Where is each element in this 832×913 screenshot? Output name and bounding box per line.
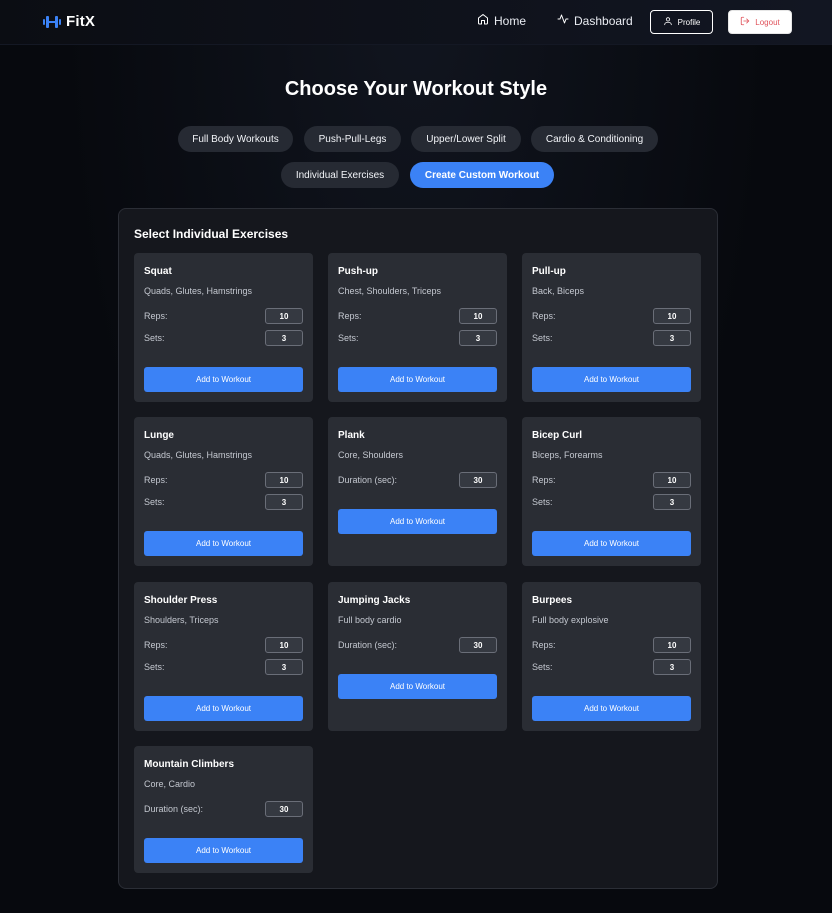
exercise-name: Bicep Curl xyxy=(532,430,583,441)
reps-label: Reps: xyxy=(144,311,168,321)
logout-icon xyxy=(740,16,755,28)
activity-icon xyxy=(557,13,574,28)
sets-label: Sets: xyxy=(144,497,165,507)
add-to-workout-button[interactable]: Add to Workout xyxy=(532,696,691,721)
sets-input[interactable]: 3 xyxy=(265,330,303,346)
nav-dashboard-label: Dashboard xyxy=(574,13,633,28)
exercise-name: Shoulder Press xyxy=(144,595,218,606)
user-icon xyxy=(663,16,678,28)
exercise-card-squat: Squat Quads, Glutes, Hamstrings Reps: 10… xyxy=(134,253,313,402)
duration-label: Duration (sec): xyxy=(338,640,398,650)
sets-input[interactable]: 3 xyxy=(653,659,691,675)
add-to-workout-button[interactable]: Add to Workout xyxy=(144,367,303,392)
category-full-body[interactable]: Full Body Workouts xyxy=(178,126,293,152)
reps-input[interactable]: 10 xyxy=(459,308,497,324)
reps-label: Reps: xyxy=(144,640,168,650)
exercise-card-bicep-curl: Bicep Curl Biceps, Forearms Reps: 10 Set… xyxy=(522,417,701,566)
exercise-name: Pull-up xyxy=(532,266,566,277)
reps-label: Reps: xyxy=(144,475,168,485)
nav-home-label: Home xyxy=(494,13,527,28)
logout-label: Logout xyxy=(755,17,780,27)
brand-logo[interactable]: FitX xyxy=(43,13,95,30)
exercise-card-shoulder-press: Shoulder Press Shoulders, Triceps Reps: … xyxy=(134,582,313,731)
exercise-name: Mountain Climbers xyxy=(144,759,235,770)
reps-input[interactable]: 10 xyxy=(265,308,303,324)
reps-input[interactable]: 10 xyxy=(653,637,691,653)
category-upper-lower[interactable]: Upper/Lower Split xyxy=(411,126,521,152)
exercise-card-burpees: Burpees Full body explosive Reps: 10 Set… xyxy=(522,582,701,731)
reps-input[interactable]: 10 xyxy=(265,472,303,488)
category-cardio[interactable]: Cardio & Conditioning xyxy=(531,126,658,152)
exercise-name: Plank xyxy=(338,430,365,441)
sets-input[interactable]: 3 xyxy=(265,494,303,510)
exercise-card-mountain-climbers: Mountain Climbers Core, Cardio Duration … xyxy=(134,746,313,873)
reps-label: Reps: xyxy=(532,475,556,485)
exercise-panel: Select Individual Exercises Squat Quads,… xyxy=(118,208,718,889)
exercise-muscles: Full body explosive xyxy=(532,615,609,625)
add-to-workout-button[interactable]: Add to Workout xyxy=(144,531,303,556)
panel-title: Select Individual Exercises xyxy=(134,227,289,241)
add-to-workout-button[interactable]: Add to Workout xyxy=(144,838,303,863)
sets-label: Sets: xyxy=(144,333,165,343)
reps-input[interactable]: 10 xyxy=(265,637,303,653)
sets-input[interactable]: 3 xyxy=(653,494,691,510)
exercise-name: Lunge xyxy=(144,430,174,441)
exercise-muscles: Biceps, Forearms xyxy=(532,450,603,460)
duration-input[interactable]: 30 xyxy=(459,472,497,488)
exercise-muscles: Core, Shoulders xyxy=(338,450,404,460)
reps-input[interactable]: 10 xyxy=(653,308,691,324)
sets-label: Sets: xyxy=(338,333,359,343)
exercise-muscles: Full body cardio xyxy=(338,615,402,625)
sets-label: Sets: xyxy=(532,333,553,343)
duration-input[interactable]: 30 xyxy=(265,801,303,817)
page-title: Choose Your Workout Style xyxy=(284,78,548,100)
category-custom-workout[interactable]: Create Custom Workout xyxy=(410,162,554,188)
category-push-pull-legs[interactable]: Push-Pull-Legs xyxy=(304,126,401,152)
exercise-muscles: Chest, Shoulders, Triceps xyxy=(338,286,442,296)
reps-label: Reps: xyxy=(532,640,556,650)
exercise-name: Push-up xyxy=(338,266,378,277)
exercise-muscles: Quads, Glutes, Hamstrings xyxy=(144,450,253,460)
exercise-card-plank: Plank Core, Shoulders Duration (sec): 30… xyxy=(328,417,507,566)
navbar: FitX Home Dashboard Profile Logout xyxy=(0,0,832,45)
brand-name: FitX xyxy=(66,13,96,30)
exercise-muscles: Core, Cardio xyxy=(144,779,196,789)
home-icon xyxy=(477,13,494,28)
duration-label: Duration (sec): xyxy=(338,475,398,485)
exercise-name: Squat xyxy=(144,266,172,277)
reps-input[interactable]: 10 xyxy=(653,472,691,488)
exercise-card-jumping-jacks: Jumping Jacks Full body cardio Duration … xyxy=(328,582,507,731)
sets-input[interactable]: 3 xyxy=(653,330,691,346)
profile-label: Profile xyxy=(677,17,701,27)
nav-dashboard-link[interactable]: Dashboard xyxy=(557,13,633,28)
add-to-workout-button[interactable]: Add to Workout xyxy=(532,367,691,392)
exercise-card-pull-up: Pull-up Back, Biceps Reps: 10 Sets: 3 Ad… xyxy=(522,253,701,402)
add-to-workout-button[interactable]: Add to Workout xyxy=(338,367,497,392)
reps-label: Reps: xyxy=(338,311,362,321)
duration-input[interactable]: 30 xyxy=(459,637,497,653)
exercise-name: Jumping Jacks xyxy=(338,595,411,606)
exercise-muscles: Quads, Glutes, Hamstrings xyxy=(144,286,253,296)
profile-button[interactable]: Profile xyxy=(650,10,713,34)
nav-home-link[interactable]: Home xyxy=(477,13,526,28)
add-to-workout-button[interactable]: Add to Workout xyxy=(338,674,497,699)
reps-label: Reps: xyxy=(532,311,556,321)
exercise-muscles: Back, Biceps xyxy=(532,286,585,296)
dumbbell-icon xyxy=(43,15,61,29)
add-to-workout-button[interactable]: Add to Workout xyxy=(532,531,691,556)
add-to-workout-button[interactable]: Add to Workout xyxy=(144,696,303,721)
exercise-card-push-up: Push-up Chest, Shoulders, Triceps Reps: … xyxy=(328,253,507,402)
sets-label: Sets: xyxy=(144,662,165,672)
category-individual[interactable]: Individual Exercises xyxy=(281,162,399,188)
duration-label: Duration (sec): xyxy=(144,804,204,814)
exercise-name: Burpees xyxy=(532,595,573,606)
add-to-workout-button[interactable]: Add to Workout xyxy=(338,509,497,534)
exercise-muscles: Shoulders, Triceps xyxy=(144,615,219,625)
sets-input[interactable]: 3 xyxy=(265,659,303,675)
sets-label: Sets: xyxy=(532,497,553,507)
sets-input[interactable]: 3 xyxy=(459,330,497,346)
sets-label: Sets: xyxy=(532,662,553,672)
exercise-card-lunge: Lunge Quads, Glutes, Hamstrings Reps: 10… xyxy=(134,417,313,566)
logout-button[interactable]: Logout xyxy=(728,10,792,34)
